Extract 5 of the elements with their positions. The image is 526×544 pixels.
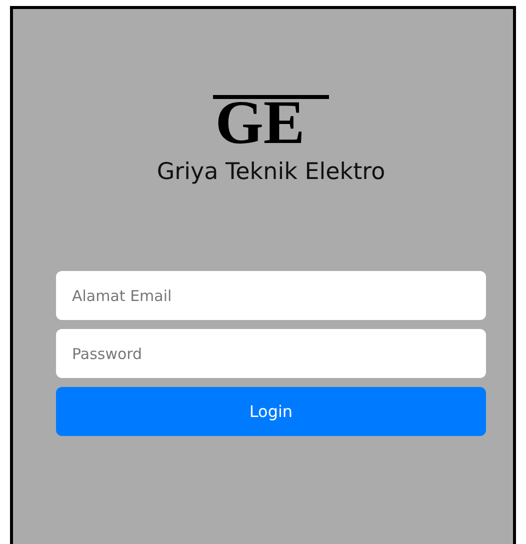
input-field[interactable]: Alamat Email [56,271,486,320]
login-button[interactable]: Login [56,387,486,436]
logo: GE [213,95,329,147]
brand-name: Griya Teknik Elektro [156,159,386,185]
input-field[interactable]: Password [56,329,486,378]
